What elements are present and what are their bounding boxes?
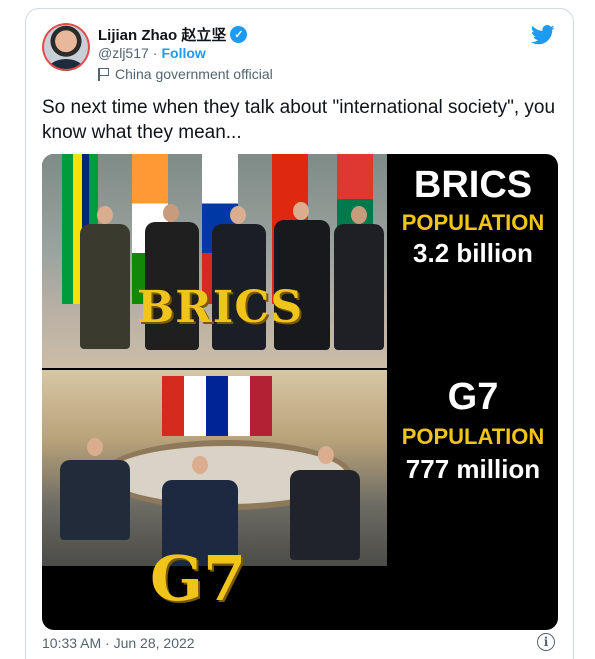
g7-photo	[42, 370, 387, 566]
tweet-text: So next time when they talk about "inter…	[42, 97, 556, 143]
author-handle-row: @zlj517 · Follow	[98, 45, 206, 61]
leader-figure	[80, 224, 130, 349]
flag-row	[162, 376, 272, 436]
leader-head	[318, 446, 334, 464]
government-label-icon	[98, 67, 109, 81]
g7-population-label: POPULATION	[401, 424, 545, 449]
brics-population-label: POPULATION	[401, 210, 545, 235]
twitter-bird-icon[interactable]	[531, 25, 555, 45]
brics-title: BRICS	[413, 164, 533, 206]
g7-title: G7	[447, 376, 499, 418]
tweet-timestamp[interactable]: 10:33 AM · Jun 28, 2022	[42, 635, 195, 651]
brics-logo-text: BRICS	[137, 282, 304, 333]
author-name[interactable]: Lijian Zhao 赵立坚	[98, 24, 226, 45]
leader-figure	[290, 470, 360, 560]
leader-head	[97, 206, 113, 224]
follow-button[interactable]: Follow	[161, 45, 205, 61]
avatar[interactable]	[42, 23, 90, 71]
leader-head	[230, 206, 246, 224]
author-name-row: Lijian Zhao 赵立坚 ✓	[98, 24, 248, 45]
g7-population-value: 777 million	[405, 454, 541, 484]
tweet-card: Lijian Zhao 赵立坚 ✓ @zlj517 · Follow China…	[25, 8, 574, 659]
g7-logo-text: G7	[150, 542, 247, 615]
brics-photo: BRICS	[42, 154, 387, 368]
leader-figure	[60, 460, 130, 540]
handle-separator: ·	[152, 45, 158, 61]
government-label-text: China government official	[115, 66, 273, 82]
verified-badge-icon: ✓	[230, 26, 248, 43]
info-icon[interactable]: i	[537, 633, 555, 651]
brics-population-value: 3.2 billion	[413, 238, 533, 268]
leader-figure	[334, 224, 384, 350]
author-handle[interactable]: @zlj517	[98, 45, 149, 61]
government-label[interactable]: China government official	[98, 66, 273, 82]
avatar-ring	[42, 23, 90, 71]
leader-head	[87, 438, 103, 456]
leader-head	[293, 202, 309, 220]
tweet-media[interactable]: BRICS G7 BRICS POPULATION 3.2 billion G7…	[42, 154, 558, 630]
leader-head	[192, 456, 208, 474]
leader-head	[351, 206, 367, 224]
leader-head	[163, 204, 179, 222]
